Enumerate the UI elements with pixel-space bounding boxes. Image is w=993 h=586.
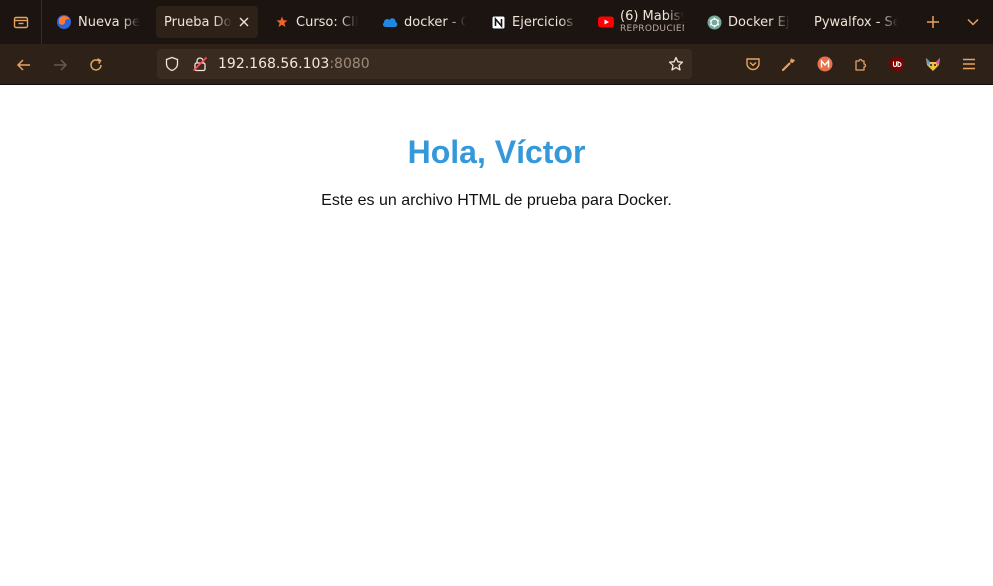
firefox-icon (56, 14, 72, 30)
tab-prueba-docker[interactable]: Prueba Docker (156, 6, 258, 38)
tab-title: docker - OneDrive (404, 14, 466, 30)
tab-strip: Nueva pestaña Prueba Docker Curso: CIFP … (0, 0, 993, 44)
puzzle-icon (855, 58, 867, 71)
page-content: Hola, Víctor Este es un archivo HTML de … (0, 85, 993, 586)
bookmark-star-icon[interactable] (668, 56, 684, 76)
tab-list: Nueva pestaña Prueba Docker Curso: CIFP … (42, 0, 993, 44)
url-port: :8080 (329, 56, 370, 72)
tab-nueva-pestana[interactable]: Nueva pestaña (48, 6, 148, 38)
extensions-button[interactable] (851, 54, 871, 74)
tab-pywalfox[interactable]: Pywalfox - Settings (806, 6, 906, 38)
url-host: 192.168.56.103 (218, 56, 330, 72)
tab-playing-label: REPRODUCIENDO (620, 24, 684, 34)
back-button[interactable] (11, 52, 37, 78)
close-tab-icon[interactable] (238, 16, 250, 28)
tab-title: Ejercicios (512, 14, 578, 30)
navigation-toolbar: 192.168.56.103:8080 (0, 44, 993, 85)
tab-title: Prueba Docker (164, 14, 233, 30)
tab-youtube-mabisyo[interactable]: (6) Mabisyo REPRODUCIENDO (590, 6, 694, 38)
arrow-left-icon (16, 59, 30, 71)
pocket-button[interactable] (743, 54, 763, 74)
page-heading: Hola, Víctor (407, 134, 586, 170)
tab-title: Docker Ejercicios (728, 14, 790, 30)
pywalfox-button[interactable] (923, 54, 943, 74)
arrow-right-icon (54, 59, 68, 71)
list-all-tabs-button[interactable] (962, 10, 984, 34)
firefox-view-button[interactable] (0, 0, 42, 44)
reload-button[interactable] (83, 52, 109, 78)
wrench-icon (781, 58, 795, 72)
app-menu-button[interactable] (959, 54, 979, 74)
tab-docker-ejercicios[interactable]: Docker Ejercicios (698, 6, 798, 38)
address-bar[interactable]: 192.168.56.103:8080 (157, 49, 692, 79)
fox-icon (926, 58, 940, 71)
ublock-origin-button[interactable] (887, 54, 907, 74)
reload-icon (90, 58, 102, 71)
tab-title: (6) Mabisyo (620, 10, 684, 23)
tab-curso-cifp[interactable]: Curso: CIFP (266, 6, 366, 38)
youtube-icon (598, 14, 614, 30)
tab-title: Pywalfox - Settings (814, 14, 898, 30)
tab-title: Nueva pestaña (78, 14, 140, 30)
chevron-down-icon (967, 18, 979, 26)
insecure-lock-icon[interactable] (192, 56, 208, 76)
new-tab-button[interactable] (922, 10, 944, 34)
onedrive-icon (382, 14, 398, 30)
m-badge-icon (817, 56, 833, 72)
page-paragraph: Este es un archivo HTML de prueba para D… (321, 192, 672, 209)
tab-ejercicios[interactable]: Ejercicios (482, 6, 586, 38)
chatgpt-icon (706, 14, 722, 30)
shield-icon[interactable] (164, 56, 180, 76)
ublock-icon (890, 56, 904, 72)
forward-button[interactable] (47, 52, 73, 78)
extension-m-button[interactable] (815, 54, 835, 74)
firefox-view-icon (13, 16, 28, 29)
star-icon (274, 14, 290, 30)
plus-icon (927, 16, 939, 28)
tab-title: Curso: CIFP (296, 14, 358, 30)
url-text[interactable]: 192.168.56.103:8080 (218, 56, 370, 72)
wrench-button[interactable] (779, 54, 799, 74)
pocket-icon (746, 58, 760, 71)
hamburger-menu-icon (963, 58, 975, 70)
notion-icon (490, 14, 506, 30)
tab-docker-onedrive[interactable]: docker - OneDrive (374, 6, 474, 38)
